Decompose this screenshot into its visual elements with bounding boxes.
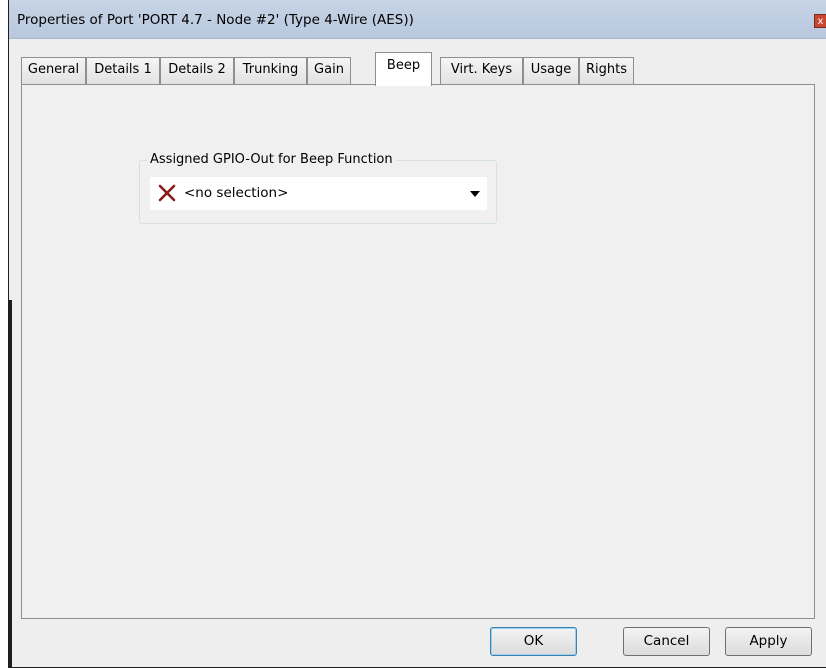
apply-button[interactable]: Apply xyxy=(725,627,812,656)
window-title: Properties of Port 'PORT 4.7 - Node #2' … xyxy=(17,12,414,28)
chevron-down-icon[interactable] xyxy=(470,191,480,197)
tab-beep[interactable]: Beep xyxy=(375,52,432,86)
red-x-icon xyxy=(158,184,176,202)
tab-usage[interactable]: Usage xyxy=(523,57,579,84)
tab-virt-keys[interactable]: Virt. Keys xyxy=(440,57,523,84)
tab-gain[interactable]: Gain xyxy=(307,57,351,84)
properties-dialog: Properties of Port 'PORT 4.7 - Node #2' … xyxy=(8,0,826,668)
dropdown-selected-value: <no selection> xyxy=(184,185,289,201)
window-edge xyxy=(9,300,12,668)
tab-strip: General Details 1 Details 2 Trunking Gai… xyxy=(21,52,826,86)
close-icon[interactable]: x xyxy=(814,14,826,28)
tab-panel-beep: Assigned GPIO-Out for Beep Function <no … xyxy=(21,84,815,619)
tab-details-1[interactable]: Details 1 xyxy=(86,57,160,84)
ok-button[interactable]: OK xyxy=(490,627,577,656)
tab-rights[interactable]: Rights xyxy=(579,57,634,84)
gpio-out-groupbox: Assigned GPIO-Out for Beep Function <no … xyxy=(139,152,497,224)
tab-details-2[interactable]: Details 2 xyxy=(160,57,234,84)
gpio-out-group-label: Assigned GPIO-Out for Beep Function xyxy=(147,152,396,167)
title-bar[interactable]: Properties of Port 'PORT 4.7 - Node #2' … xyxy=(9,0,826,39)
cancel-button[interactable]: Cancel xyxy=(623,627,710,656)
tab-trunking[interactable]: Trunking xyxy=(234,57,307,84)
tab-general[interactable]: General xyxy=(21,57,86,84)
gpio-out-dropdown[interactable]: <no selection> xyxy=(150,177,487,210)
